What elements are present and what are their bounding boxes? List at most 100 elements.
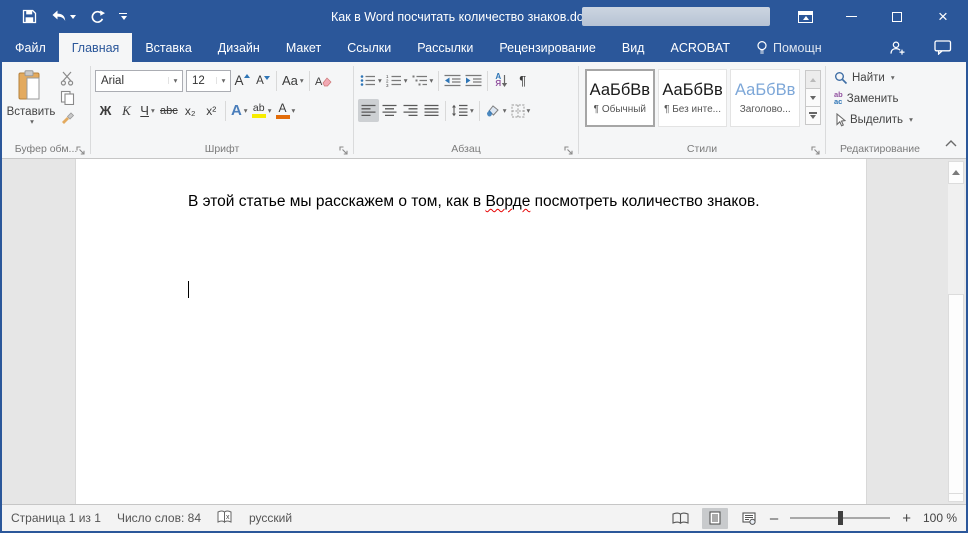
read-mode-button[interactable] (668, 508, 694, 529)
save-button[interactable] (22, 9, 37, 24)
text-effects-button[interactable]: A▾ (229, 99, 250, 122)
superscript-button[interactable]: x² (201, 99, 222, 122)
text-highlight-button[interactable]: ab ▾ (250, 99, 274, 122)
styles-gallery-more-button[interactable] (805, 106, 821, 125)
zoom-in-button[interactable]: + (902, 511, 911, 526)
strikethrough-button[interactable]: abc (158, 99, 180, 122)
multilevel-list-button[interactable]: ▾ (410, 69, 436, 92)
print-layout-button[interactable] (702, 508, 728, 529)
numbering-button[interactable]: 123 ▾ (384, 69, 410, 92)
undo-dropdown-icon[interactable] (70, 15, 76, 19)
underline-button[interactable]: Ч▾ (137, 99, 158, 122)
page-indicator[interactable]: Страница 1 из 1 (11, 511, 101, 525)
find-button[interactable]: Найти ▾ (826, 67, 934, 88)
styles-gallery-up-button[interactable] (805, 70, 821, 89)
cut-button[interactable] (60, 71, 75, 86)
font-size-combo[interactable]: 12 ▾ (186, 70, 231, 92)
scrollbar-thumb[interactable] (948, 294, 964, 494)
font-name-combo[interactable]: Arial ▾ (95, 70, 183, 92)
subscript-button[interactable]: x₂ (180, 99, 201, 122)
style-normal[interactable]: АаБбВв ¶ Обычный (585, 69, 655, 127)
tab-file[interactable]: Файл (2, 33, 59, 62)
select-dropdown-icon[interactable]: ▾ (909, 116, 913, 124)
select-button[interactable]: Выделить ▾ (826, 109, 934, 130)
styles-dialog-launcher[interactable] (811, 143, 822, 154)
format-painter-button[interactable] (60, 109, 75, 124)
underline-dropdown-icon[interactable]: ▾ (151, 107, 155, 115)
shrink-font-button[interactable]: A (252, 69, 273, 92)
tab-acrobat[interactable]: ACROBAT (657, 33, 743, 62)
style-heading1[interactable]: АаБбВв Заголово... (730, 69, 800, 127)
show-marks-button[interactable]: ¶ (512, 69, 533, 92)
borders-button[interactable]: ▾ (509, 99, 533, 122)
sort-button[interactable]: АЯ (491, 69, 512, 92)
tab-mailings[interactable]: Рассылки (404, 33, 486, 62)
clear-formatting-button[interactable]: A (313, 69, 334, 92)
justify-button[interactable] (421, 99, 442, 122)
style-no-spacing[interactable]: АаБбВв ¶ Без инте... (658, 69, 728, 127)
web-layout-button[interactable] (736, 508, 762, 529)
document-page[interactable]: В этой статье мы расскажем о том, как в … (75, 159, 867, 504)
sign-in-button[interactable] (875, 33, 920, 62)
tab-insert[interactable]: Вставка (132, 33, 204, 62)
font-size-dropdown-icon[interactable]: ▾ (216, 77, 230, 85)
styles-gallery-down-button[interactable] (805, 88, 821, 107)
undo-button[interactable] (51, 10, 76, 23)
tab-layout[interactable]: Макет (273, 33, 334, 62)
language-indicator[interactable]: русский (249, 511, 292, 525)
increase-indent-button[interactable] (463, 69, 484, 92)
redo-button[interactable] (90, 10, 105, 24)
italic-button[interactable]: К (116, 99, 137, 122)
decrease-indent-button[interactable] (442, 69, 463, 92)
line-spacing-button[interactable]: ▾ (449, 99, 476, 122)
bullets-dropdown-icon[interactable]: ▾ (378, 77, 382, 85)
maximize-button[interactable] (874, 0, 920, 33)
font-color-button[interactable]: А ▾ (274, 99, 298, 122)
tab-view[interactable]: Вид (609, 33, 658, 62)
bold-button[interactable]: Ж (95, 99, 116, 122)
ribbon-display-options-button[interactable] (782, 0, 828, 33)
collapse-ribbon-button[interactable] (945, 134, 957, 152)
zoom-level[interactable]: 100 % (919, 511, 957, 525)
tab-tell-me[interactable]: Помощн (743, 33, 835, 62)
paste-button[interactable]: Вставить ▾ (2, 67, 60, 126)
find-dropdown-icon[interactable]: ▾ (891, 74, 895, 82)
copy-button[interactable] (60, 90, 75, 105)
vertical-scrollbar[interactable] (948, 161, 964, 502)
tab-home[interactable]: Главная (59, 33, 133, 62)
clipboard-dialog-launcher[interactable] (76, 143, 87, 154)
paragraph-dialog-launcher[interactable] (564, 143, 575, 154)
multilevel-dropdown-icon[interactable]: ▾ (430, 77, 434, 85)
scrollbar-track[interactable] (948, 184, 964, 479)
text-effects-dropdown-icon[interactable]: ▾ (244, 107, 248, 115)
replace-button[interactable]: abac Заменить (826, 88, 934, 109)
numbering-dropdown-icon[interactable]: ▾ (404, 77, 408, 85)
shading-dropdown-icon[interactable]: ▾ (503, 107, 507, 115)
minimize-button[interactable] (828, 0, 874, 33)
tab-references[interactable]: Ссылки (334, 33, 404, 62)
highlight-dropdown-icon[interactable]: ▾ (268, 107, 272, 115)
zoom-slider[interactable] (790, 517, 890, 519)
bullets-button[interactable]: ▾ (358, 69, 384, 92)
grow-font-button[interactable]: A (231, 69, 252, 92)
shading-button[interactable]: ▾ (483, 99, 509, 122)
zoom-out-button[interactable]: – (770, 511, 778, 526)
font-dialog-launcher[interactable] (339, 143, 350, 154)
tab-design[interactable]: Дизайн (205, 33, 273, 62)
font-color-dropdown-icon[interactable]: ▾ (292, 107, 296, 115)
comments-button[interactable] (920, 33, 966, 62)
close-button[interactable]: × (920, 0, 966, 33)
word-count[interactable]: Число слов: 84 (117, 511, 201, 525)
borders-dropdown-icon[interactable]: ▾ (527, 107, 531, 115)
scroll-up-button[interactable] (948, 161, 964, 184)
align-left-button[interactable] (358, 99, 379, 122)
line-spacing-dropdown-icon[interactable]: ▾ (470, 107, 474, 115)
paste-dropdown-icon[interactable]: ▾ (30, 118, 34, 126)
proofing-status[interactable]: x (217, 510, 233, 527)
zoom-slider-handle[interactable] (838, 511, 843, 525)
font-name-dropdown-icon[interactable]: ▾ (168, 77, 182, 85)
customize-quick-access-button[interactable] (119, 13, 127, 21)
align-center-button[interactable] (379, 99, 400, 122)
align-right-button[interactable] (400, 99, 421, 122)
change-case-button[interactable]: Aa▾ (280, 69, 306, 92)
